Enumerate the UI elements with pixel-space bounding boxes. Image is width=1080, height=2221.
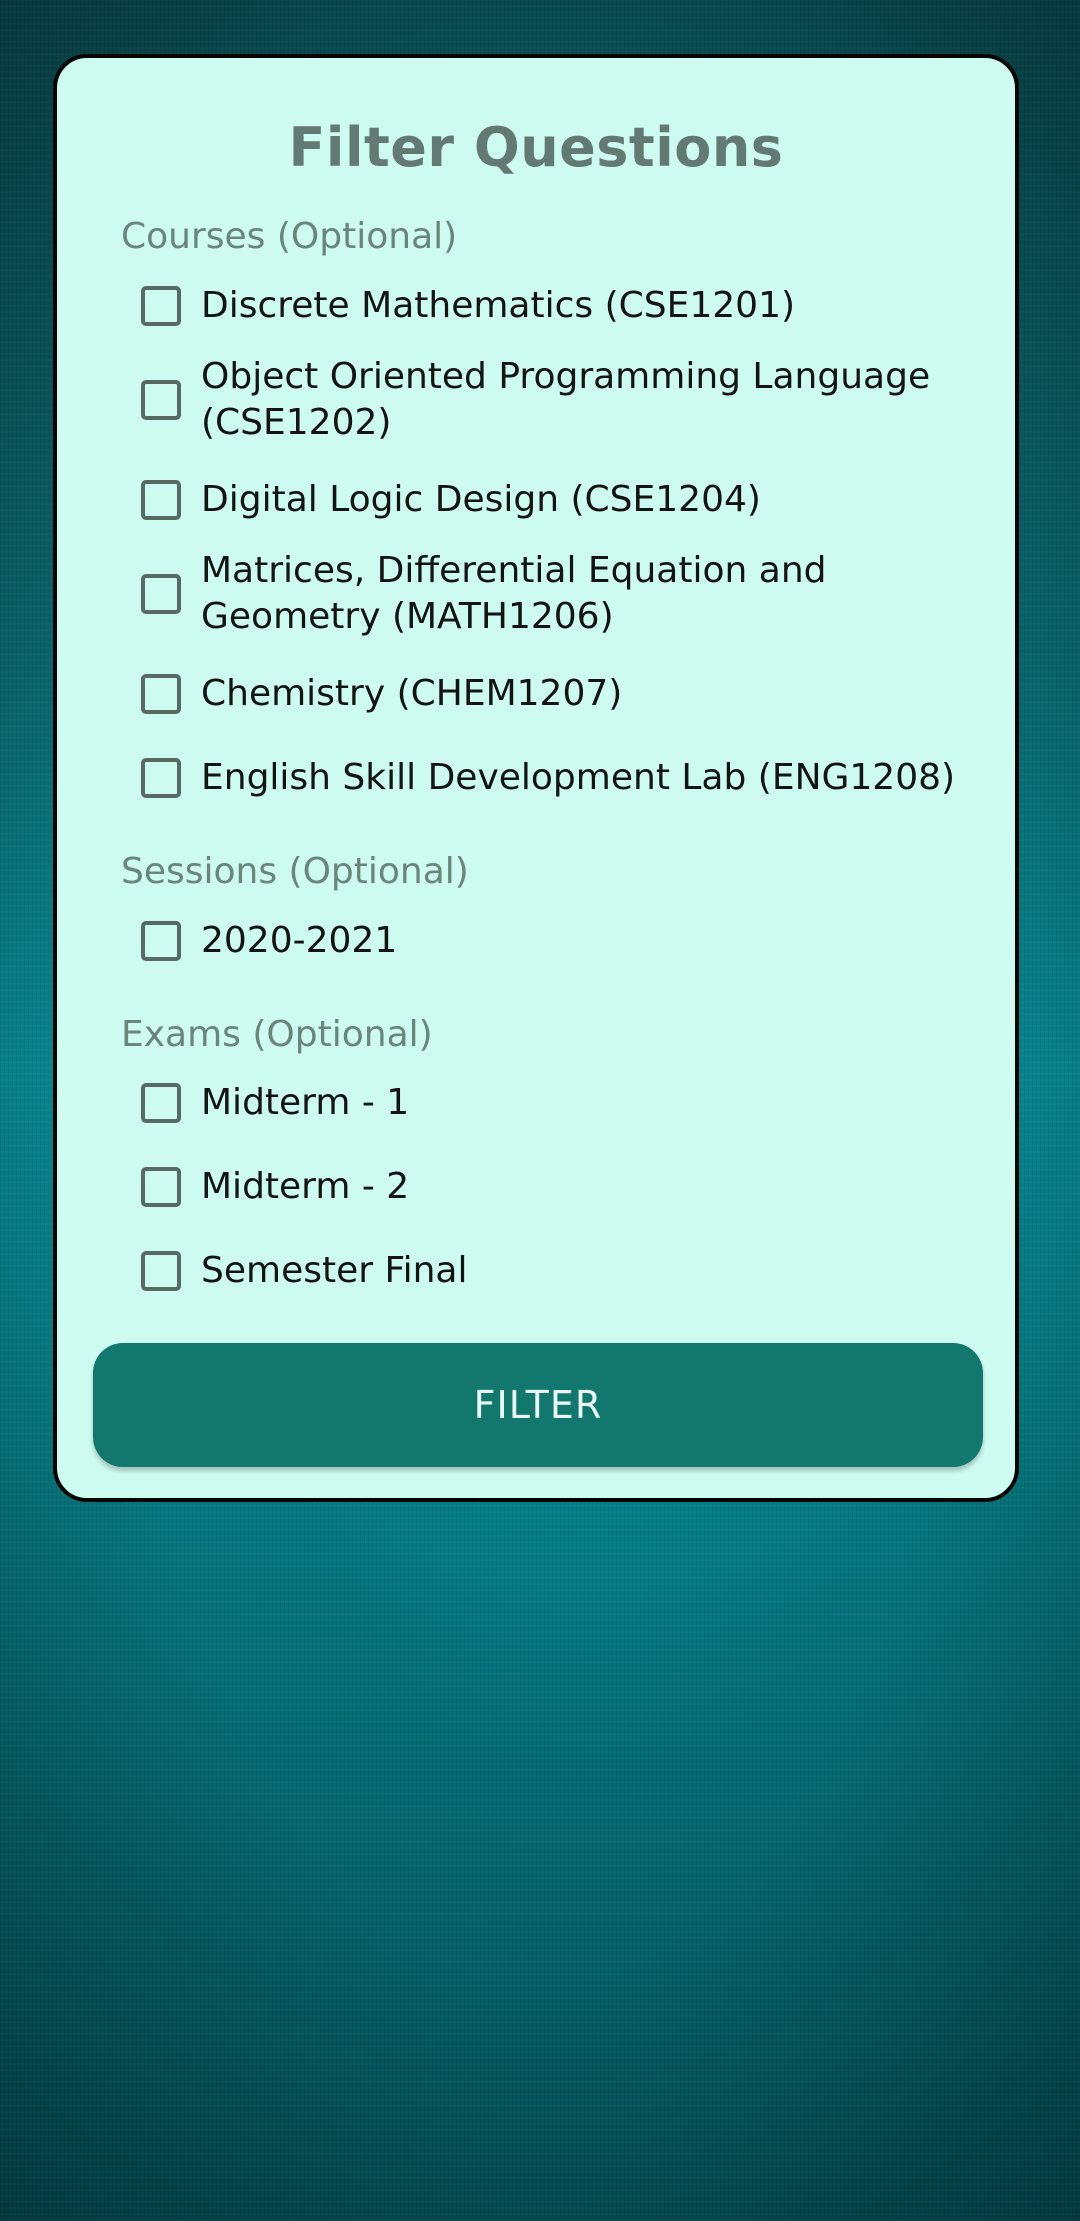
option-label: 2020-2021 <box>201 920 398 961</box>
course-option-chem1207[interactable]: Chemistry (CHEM1207) <box>141 671 1001 717</box>
option-label: Object Oriented Programming Language (CS… <box>201 356 931 443</box>
checkbox[interactable] <box>141 1083 181 1123</box>
exams-section-label: Exams (Optional) <box>121 1014 433 1055</box>
course-option-eng1208[interactable]: English Skill Development Lab (ENG1208) <box>141 755 1001 801</box>
checkbox[interactable] <box>141 921 181 961</box>
page-title: Filter Questions <box>288 116 784 179</box>
course-option-cse1201[interactable]: Discrete Mathematics (CSE1201) <box>141 283 1001 329</box>
option-label: Semester Final <box>201 1250 468 1291</box>
option-label: Matrices, Differential Equation and Geom… <box>201 550 827 637</box>
filter-questions-card: Filter Questions Courses (Optional) Disc… <box>53 54 1019 1502</box>
option-label: Digital Logic Design (CSE1204) <box>201 479 761 520</box>
option-label: Discrete Mathematics (CSE1201) <box>201 285 796 326</box>
checkbox[interactable] <box>141 286 181 326</box>
exam-option-midterm-1[interactable]: Midterm - 1 <box>141 1080 1001 1126</box>
option-label: Midterm - 1 <box>201 1082 410 1123</box>
session-option-2020-2021[interactable]: 2020-2021 <box>141 918 1001 964</box>
checkbox[interactable] <box>141 480 181 520</box>
checkbox[interactable] <box>141 1251 181 1291</box>
checkbox[interactable] <box>141 1167 181 1207</box>
checkbox[interactable] <box>141 674 181 714</box>
checkbox[interactable] <box>141 758 181 798</box>
checkbox[interactable] <box>141 574 181 614</box>
option-label: Midterm - 2 <box>201 1166 410 1207</box>
course-option-cse1204[interactable]: Digital Logic Design (CSE1204) <box>141 477 1001 523</box>
course-option-math1206[interactable]: Matrices, Differential Equation and Geom… <box>141 548 1001 640</box>
courses-section-label: Courses (Optional) <box>121 216 458 257</box>
checkbox[interactable] <box>141 380 181 420</box>
exam-option-midterm-2[interactable]: Midterm - 2 <box>141 1164 1001 1210</box>
filter-button[interactable]: FILTER <box>93 1343 983 1467</box>
sessions-section-label: Sessions (Optional) <box>121 851 469 892</box>
option-label: Chemistry (CHEM1207) <box>201 673 623 714</box>
course-option-cse1202[interactable]: Object Oriented Programming Language (CS… <box>141 354 1001 446</box>
option-label: English Skill Development Lab (ENG1208) <box>201 757 956 798</box>
exam-option-semester-final[interactable]: Semester Final <box>141 1248 1001 1294</box>
